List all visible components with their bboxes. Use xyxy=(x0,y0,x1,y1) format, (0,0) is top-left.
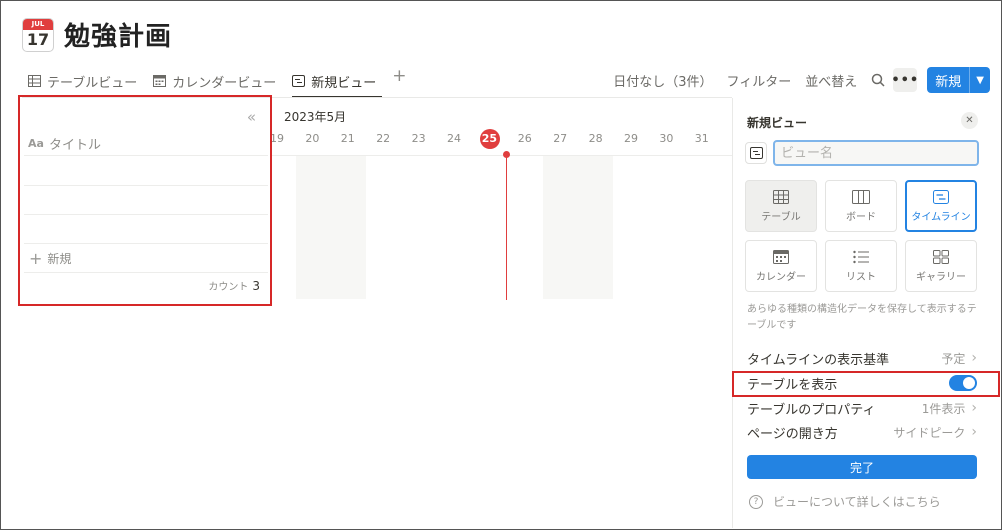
timeline-day: 29 xyxy=(624,132,638,145)
setting-value: サイドピーク xyxy=(893,425,966,440)
done-button[interactable]: 完了 xyxy=(747,455,977,479)
new-button-label: 新規 xyxy=(935,74,962,90)
layout-timeline[interactable]: タイムライン xyxy=(905,180,977,232)
close-icon[interactable]: ✕ xyxy=(961,112,978,129)
list-icon xyxy=(853,250,869,263)
sort-button[interactable]: 並べ替え xyxy=(805,71,857,90)
table-properties-setting[interactable]: テーブルのプロパティ 1件表示 › xyxy=(747,398,977,418)
table-icon xyxy=(773,189,789,204)
tab-table-view[interactable]: テーブルビュー xyxy=(28,68,137,94)
timeline-icon xyxy=(292,75,306,87)
help-label: ビューについて詳しくはこちら xyxy=(773,495,941,509)
tab-calendar-view[interactable]: カレンダービュー xyxy=(153,68,276,94)
today-dot xyxy=(503,151,510,158)
view-toolbar: 日付なし（3件） フィルター 並べ替え ••• 新規 ▼ xyxy=(613,67,990,93)
timeline-day-today: 25 xyxy=(481,132,498,145)
timeline-icon xyxy=(933,189,949,204)
board-icon xyxy=(852,189,870,204)
chevron-right-icon: › xyxy=(971,350,977,366)
setting-label: ページの開き方 xyxy=(747,426,838,442)
tab-label: テーブルビュー xyxy=(47,75,138,91)
search-icon[interactable] xyxy=(871,73,885,87)
more-icon: ••• xyxy=(891,72,920,88)
layout-label: タイムライン xyxy=(911,211,971,223)
gallery-icon xyxy=(933,249,949,264)
tab-label: カレンダービュー xyxy=(172,75,277,91)
today-line xyxy=(506,155,507,300)
timeline-day: 24 xyxy=(447,132,461,145)
weekend-column xyxy=(296,155,366,299)
layout-label: ボード xyxy=(846,211,876,223)
timeline-basis-setting[interactable]: タイムラインの表示基準 予定 › xyxy=(747,348,977,368)
page-title[interactable]: 勉強計画 xyxy=(64,16,172,53)
layout-board[interactable]: ボード xyxy=(825,180,897,232)
table-icon xyxy=(28,75,41,87)
tab-new-view[interactable]: 新規ビュー xyxy=(292,68,383,98)
help-icon: ? xyxy=(749,494,763,509)
tab-label: 新規ビュー xyxy=(311,75,377,91)
view-settings-panel: 新規ビュー ✕ テーブル ボード タイムライン カレンダー リスト ギャラリー xyxy=(732,98,996,528)
no-date-button[interactable]: 日付なし（3件） xyxy=(613,71,712,90)
calendar-icon-day: 17 xyxy=(26,29,50,49)
add-view-button[interactable]: + xyxy=(392,66,406,86)
highlight-box-table xyxy=(18,95,272,306)
help-link[interactable]: ? ビューについて詳しくはこちら xyxy=(749,493,941,510)
layout-label: カレンダー xyxy=(756,271,806,283)
timeline-day: 31 xyxy=(694,132,709,145)
layout-list[interactable]: リスト xyxy=(825,240,897,292)
setting-label: タイムラインの表示基準 xyxy=(747,352,890,368)
setting-value: 予定 xyxy=(941,351,966,366)
calendar-icon xyxy=(773,249,789,264)
timeline-day: 28 xyxy=(588,132,603,145)
timeline-day: 27 xyxy=(553,132,568,145)
calendar-icon[interactable]: JUL 17 xyxy=(22,17,54,52)
layout-label: リスト xyxy=(846,271,876,283)
timeline-day: 21 xyxy=(340,132,355,145)
weekend-column xyxy=(543,155,613,299)
timeline-day: 30 xyxy=(659,132,674,145)
view-name-input[interactable] xyxy=(773,140,979,166)
view-tabs: テーブルビュー カレンダービュー 新規ビュー + xyxy=(28,66,407,98)
layout-table[interactable]: テーブル xyxy=(745,180,817,232)
highlight-box-toggle xyxy=(732,371,1000,397)
timeline-day: 20 xyxy=(305,132,320,145)
calendar-icon-month: JUL xyxy=(23,18,53,30)
new-button[interactable]: 新規 ▼ xyxy=(927,67,990,93)
chevron-right-icon: › xyxy=(971,400,977,416)
timeline-header-line xyxy=(268,155,732,156)
timeline-day: 22 xyxy=(376,132,391,145)
page-open-setting[interactable]: ページの開き方 サイドピーク › xyxy=(747,422,977,442)
page-header: JUL 17 勉強計画 xyxy=(22,16,172,53)
setting-value: 1件表示 xyxy=(921,401,966,416)
layout-description: あらゆる種類の構造化データを保存して表示するテーブルです xyxy=(747,304,977,331)
timeline-month: 2023年5月 xyxy=(284,110,347,124)
layout-calendar[interactable]: カレンダー xyxy=(745,240,817,292)
chevron-right-icon: › xyxy=(971,424,977,440)
timeline-icon xyxy=(749,147,763,159)
filter-button[interactable]: フィルター xyxy=(727,71,792,90)
layout-label: ギャラリー xyxy=(916,271,966,283)
calendar-icon xyxy=(153,75,167,87)
panel-title: 新規ビュー xyxy=(747,116,808,130)
setting-label: テーブルのプロパティ xyxy=(747,402,876,418)
layout-label: テーブル xyxy=(761,211,801,223)
chevron-down-icon[interactable]: ▼ xyxy=(970,75,990,86)
layout-options: テーブル ボード タイムライン カレンダー リスト ギャラリー xyxy=(745,180,977,292)
view-icon-picker[interactable] xyxy=(745,142,767,164)
timeline-day: 23 xyxy=(411,132,426,145)
more-options-button[interactable]: ••• xyxy=(891,68,920,92)
timeline-day: 26 xyxy=(517,132,532,145)
layout-gallery[interactable]: ギャラリー xyxy=(905,240,977,292)
